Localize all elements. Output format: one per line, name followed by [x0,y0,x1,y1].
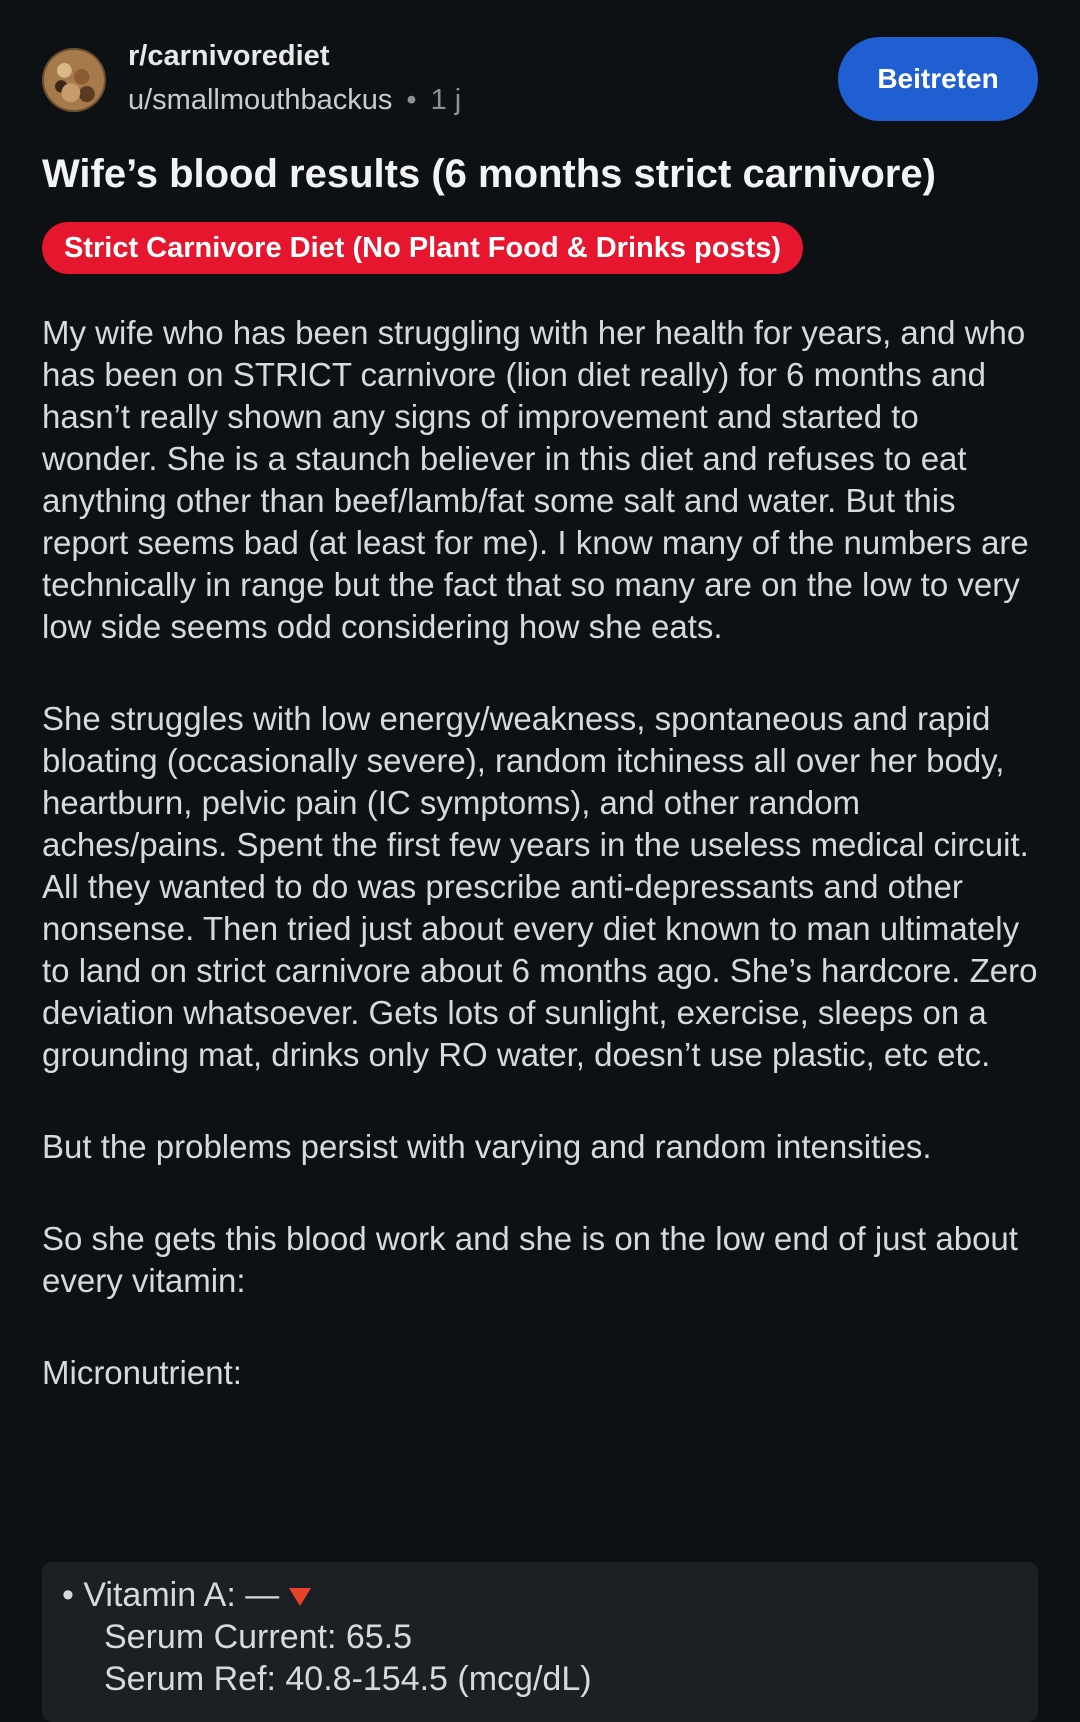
body-paragraph: She struggles with low energy/weakness, … [42,700,1038,1073]
join-button[interactable]: Beitreten [838,37,1038,121]
post-body: My wife who has been struggling with her… [42,312,1042,1444]
post-flair[interactable]: Strict Carnivore Diet (No Plant Food & D… [42,222,804,274]
meta-separator: • [406,84,417,116]
subreddit-name[interactable]: r/carnivorediet [128,40,329,73]
post-meta: u/smallmouthbackus • 1 j [128,84,461,117]
code-line: • Vitamin A: — [62,1576,312,1615]
body-paragraph: My wife who has been struggling with her… [42,314,1029,645]
subreddit-avatar[interactable] [42,48,106,112]
body-paragraph: So she gets this blood work and she is o… [42,1220,1018,1299]
body-paragraph: But the problems persist with varying an… [42,1128,932,1165]
post-title[interactable]: Wife’s blood results (6 months strict ca… [42,150,1038,198]
post-age: 1 j [430,84,462,116]
author-username[interactable]: u/smallmouthbackus [128,84,392,116]
code-block: • Vitamin A: — Serum Current: 65.5 Serum… [42,1562,1038,1722]
body-paragraph: Micronutrient: [42,1354,242,1391]
code-line-text: • Vitamin A: — [62,1576,280,1614]
code-line: Serum Current: 65.5 [104,1618,413,1656]
red-down-triangle-icon [289,1588,312,1607]
post-header: r/carnivorediet u/smallmouthbackus • 1 j… [42,36,1038,126]
code-line: Serum Ref: 40.8-154.5 (mcg/dL) [104,1660,592,1698]
